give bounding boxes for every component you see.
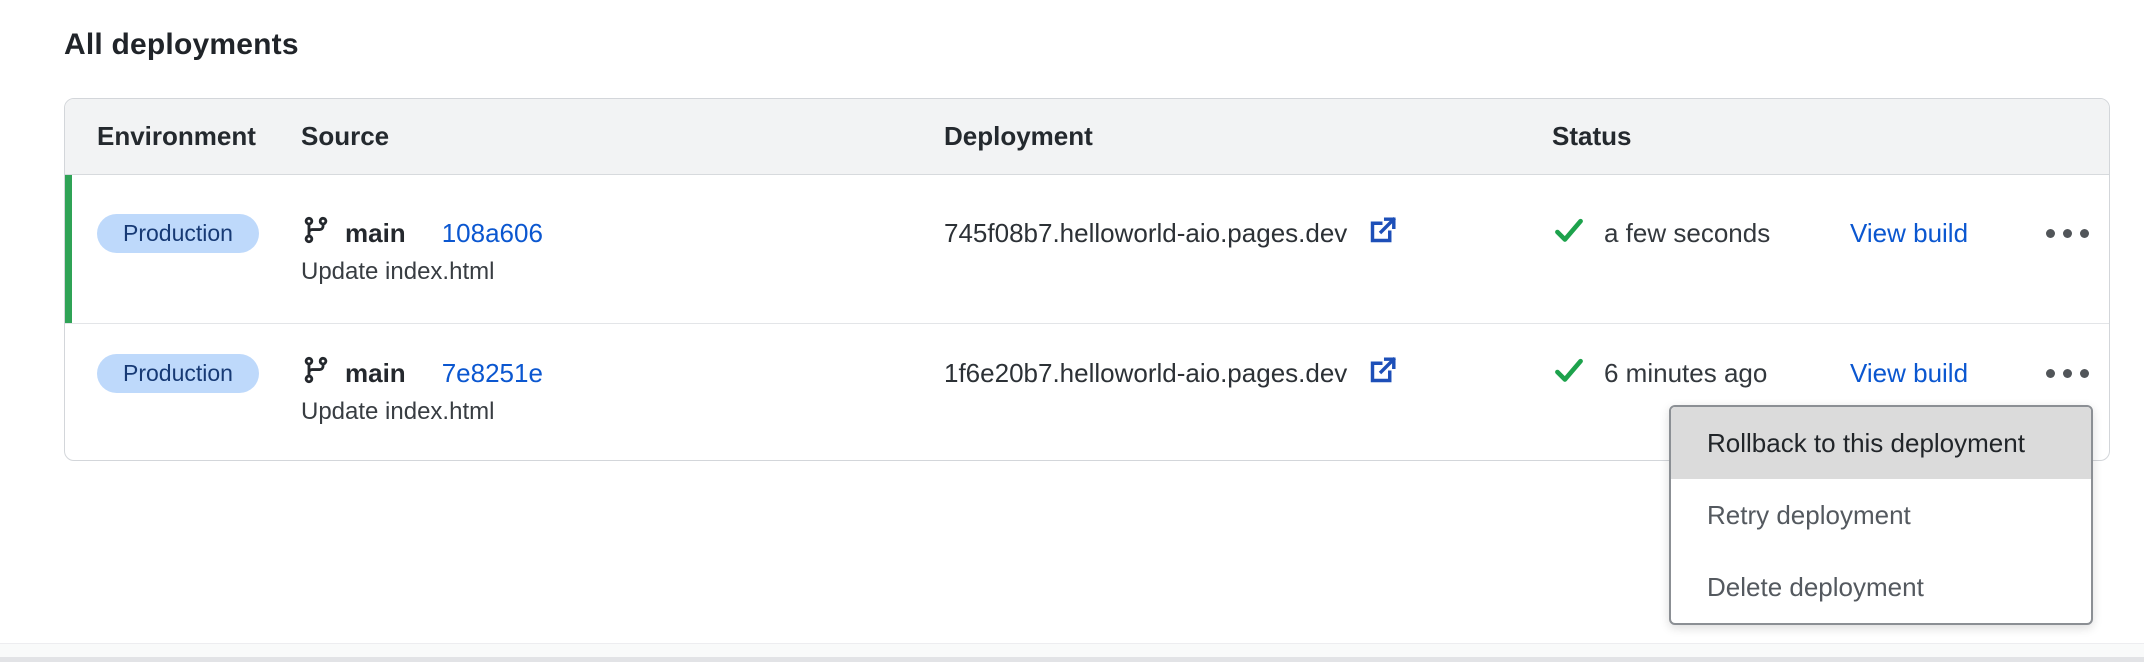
- commit-link[interactable]: 108a606: [442, 218, 543, 249]
- menu-item-retry[interactable]: Retry deployment: [1671, 479, 2091, 551]
- external-link-icon: [1365, 212, 1401, 255]
- branch-name: main: [345, 358, 406, 389]
- menu-item-rollback[interactable]: Rollback to this deployment: [1671, 407, 2091, 479]
- check-icon: [1552, 355, 1586, 392]
- column-header-environment: Environment: [97, 121, 301, 152]
- external-link-icon: [1365, 352, 1401, 395]
- git-branch-icon: [301, 355, 331, 392]
- status-time: 6 minutes ago: [1604, 358, 1767, 389]
- environment-badge: Production: [97, 214, 259, 253]
- current-deployment-indicator: [65, 175, 72, 323]
- column-header-source: Source: [301, 121, 944, 152]
- commit-message: Update index.html: [301, 255, 944, 289]
- page-bottom-divider: [0, 643, 2144, 662]
- more-actions-button[interactable]: [2046, 213, 2089, 253]
- commit-message: Update index.html: [301, 395, 944, 429]
- branch-name: main: [345, 218, 406, 249]
- menu-item-delete[interactable]: Delete deployment: [1671, 551, 2091, 623]
- table-header-row: Environment Source Deployment Status: [65, 99, 2109, 175]
- status-time: a few seconds: [1604, 218, 1770, 249]
- check-icon: [1552, 215, 1586, 252]
- deployment-url-link[interactable]: 1f6e20b7.helloworld-aio.pages.dev: [944, 353, 1552, 393]
- deployment-row: Production main 108a606 Update index.htm…: [65, 175, 2109, 324]
- commit-link[interactable]: 7e8251e: [442, 358, 543, 389]
- environment-badge: Production: [97, 354, 259, 393]
- column-header-status: Status: [1552, 121, 1850, 152]
- view-build-link[interactable]: View build: [1850, 218, 1968, 249]
- page-title: All deployments: [64, 28, 299, 62]
- view-build-link[interactable]: View build: [1850, 358, 1968, 389]
- deployment-url-link[interactable]: 745f08b7.helloworld-aio.pages.dev: [944, 213, 1552, 253]
- deployment-actions-menu: Rollback to this deployment Retry deploy…: [1669, 405, 2093, 625]
- more-actions-button[interactable]: [2046, 353, 2089, 393]
- git-branch-icon: [301, 215, 331, 252]
- column-header-deployment: Deployment: [944, 121, 1552, 152]
